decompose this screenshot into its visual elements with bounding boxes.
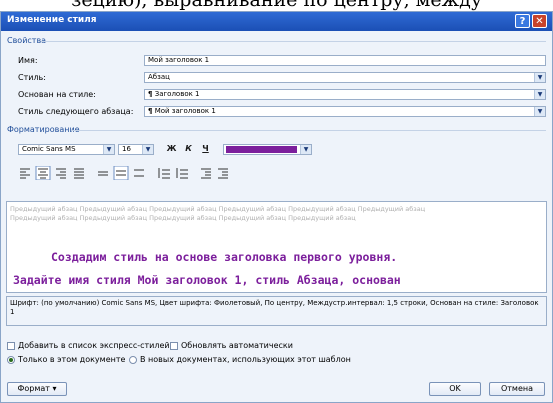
chevron-down-icon[interactable]: ▼ [534, 73, 545, 82]
decrease-indent-icon[interactable] [201, 168, 211, 179]
chevron-down-icon[interactable]: ▼ [103, 145, 114, 154]
auto-update-checkbox[interactable] [170, 342, 178, 350]
size-select[interactable]: 16 ▼ [118, 144, 154, 155]
justify-icon[interactable] [74, 168, 84, 179]
style-description: Шрифт: (по умолчанию) Comic Sans MS, Цве… [6, 296, 547, 326]
only-this-document-radio[interactable] [7, 356, 15, 364]
chevron-down-icon[interactable]: ▼ [534, 107, 545, 116]
modify-style-dialog: Изменение стиля ? ✕ Свойства Имя: Мой за… [0, 11, 553, 403]
space-after-icon[interactable] [176, 168, 188, 179]
add-to-quick-styles-checkbox[interactable] [7, 342, 15, 350]
close-button[interactable]: ✕ [532, 14, 547, 28]
name-input[interactable]: Мой заголовок 1 [144, 55, 546, 66]
formatting-separator [71, 130, 546, 131]
next-style-select[interactable]: ¶ Мой заголовок 1 ▼ [144, 106, 546, 117]
based-on-value: Заголовок 1 [154, 90, 200, 98]
bold-button[interactable]: Ж [165, 143, 178, 155]
based-on-label: Основан на стиле: [18, 90, 96, 99]
double-spacing-icon[interactable] [134, 169, 144, 177]
paragraph-mark-icon: ¶ [148, 107, 153, 115]
italic-button[interactable]: К [182, 143, 195, 155]
formatting-section-label: Форматирование [7, 125, 80, 134]
style-type-value: Абзац [148, 73, 170, 81]
next-style-value: Мой заголовок 1 [154, 107, 216, 115]
align-left-icon[interactable] [20, 168, 30, 179]
chevron-down-icon[interactable]: ▼ [300, 145, 311, 154]
style-type-label: Стиль: [18, 73, 46, 82]
auto-update-label: Обновлять автоматически [181, 341, 293, 350]
underline-button[interactable]: Ч [199, 143, 212, 155]
name-label: Имя: [18, 56, 38, 65]
add-to-quick-styles-label: Добавить в список экспресс-стилей [18, 341, 170, 350]
properties-separator [41, 41, 546, 42]
ok-button[interactable]: OK [429, 382, 481, 396]
only-this-document-label: Только в этом документе [18, 355, 126, 364]
space-before-icon[interactable] [158, 168, 170, 179]
paragraph-mark-icon: ¶ [148, 90, 153, 98]
help-button[interactable]: ? [515, 14, 530, 28]
font-select[interactable]: Comic Sans MS ▼ [18, 144, 115, 155]
cancel-button[interactable]: Отмена [489, 382, 545, 396]
format-button[interactable]: Формат ▾ [7, 382, 67, 396]
dialog-title: Изменение стиля [7, 15, 97, 25]
spacing-15-selected-frame[interactable] [113, 166, 129, 180]
new-documents-label: В новых документах, использующих этот ша… [140, 355, 351, 364]
background-document-text: зецию), выравнивание по центру, между [70, 0, 483, 11]
font-color-swatch [226, 146, 297, 153]
align-right-icon[interactable] [56, 168, 66, 179]
font-color-select[interactable]: ▼ [223, 144, 312, 155]
preview-line-1: Создадим стиль на основе заголовка перво… [51, 250, 398, 264]
chevron-down-icon[interactable]: ▼ [534, 90, 545, 99]
previous-paragraph-text: Предыдущий абзац Предыдущий абзац Предыд… [10, 205, 426, 222]
font-value: Comic Sans MS [22, 145, 76, 153]
style-type-select[interactable]: Абзац ▼ [144, 72, 546, 83]
next-style-label: Стиль следующего абзаца: [18, 107, 134, 116]
style-preview: Предыдущий абзац Предыдущий абзац Предыд… [6, 201, 547, 293]
new-documents-radio[interactable] [129, 356, 137, 364]
size-value: 16 [122, 145, 131, 153]
preview-line-2: Задайте имя стиля Мой заголовок 1, стиль… [13, 273, 401, 287]
title-bar[interactable]: Изменение стиля ? ✕ [1, 12, 552, 31]
based-on-select[interactable]: ¶ Заголовок 1 ▼ [144, 89, 546, 100]
paragraph-toolbar [20, 166, 228, 180]
increase-indent-icon[interactable] [218, 168, 228, 179]
chevron-down-icon[interactable]: ▼ [142, 145, 153, 154]
single-spacing-icon[interactable] [98, 171, 108, 176]
